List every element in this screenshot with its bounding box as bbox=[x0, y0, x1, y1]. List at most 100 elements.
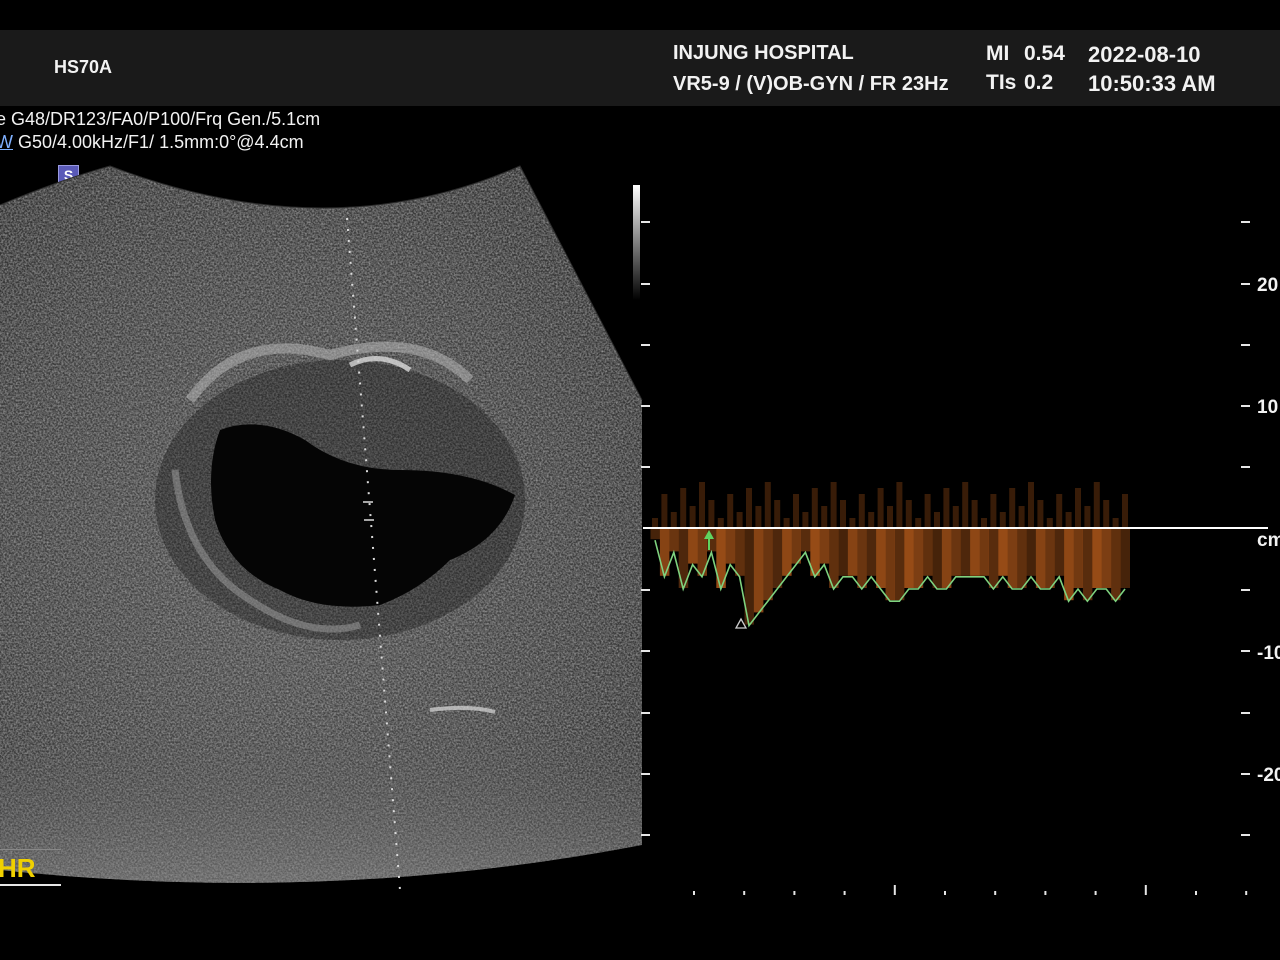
spectrum-alias bbox=[1122, 494, 1128, 528]
spectrum-bar bbox=[1045, 529, 1055, 588]
spectrum-alias bbox=[1056, 494, 1063, 528]
spectrum-alias bbox=[774, 500, 781, 528]
spectrum-bar bbox=[725, 529, 736, 564]
spectrum-bar bbox=[819, 529, 830, 564]
spectrum-alias bbox=[840, 500, 846, 528]
scale-label-minus20: -20 bbox=[1257, 765, 1280, 786]
spectrum-bar bbox=[1035, 529, 1046, 588]
spectrum-bar bbox=[838, 529, 848, 576]
spectrum-bar bbox=[772, 529, 783, 588]
spectrum-alias bbox=[858, 494, 865, 528]
spectrum-alias bbox=[764, 482, 771, 528]
spectrum-bar bbox=[904, 529, 914, 588]
spectrum-alias bbox=[1103, 500, 1110, 528]
spectrum-bar bbox=[894, 529, 905, 601]
scale-label-20: 20 bbox=[1257, 275, 1278, 296]
spectrum-alias bbox=[1084, 506, 1091, 528]
spectrum-bar bbox=[970, 529, 980, 576]
spectrum-bar bbox=[913, 529, 924, 588]
spectrum-alias bbox=[877, 488, 884, 528]
spectrum-bar bbox=[876, 529, 886, 588]
spectrum-alias bbox=[821, 506, 828, 528]
scale-unit-label: cm bbox=[1257, 530, 1280, 551]
spectrum-alias bbox=[689, 506, 696, 528]
spectrum-bar bbox=[988, 529, 999, 588]
spectrum-alias bbox=[981, 518, 987, 528]
spectrum-alias bbox=[1065, 512, 1072, 528]
spectrum-bar bbox=[1054, 529, 1065, 576]
spectrum-bar bbox=[1120, 529, 1130, 588]
gray-scale-bar bbox=[633, 185, 640, 300]
spectrum-bar bbox=[669, 529, 679, 552]
spectrum-bar bbox=[791, 529, 801, 564]
spectrum-alias bbox=[962, 482, 969, 528]
spectrum-alias bbox=[999, 512, 1006, 528]
spectrum-bar bbox=[998, 529, 1008, 576]
spectrum-alias bbox=[755, 506, 762, 528]
spectrum-alias bbox=[802, 512, 809, 528]
spectrum-alias bbox=[1037, 500, 1044, 528]
spectrum-alias bbox=[915, 518, 922, 528]
spectrum-alias bbox=[1028, 482, 1034, 528]
spectrum-alias bbox=[783, 518, 790, 528]
spectrum-alias bbox=[1018, 506, 1025, 528]
spectrum-bar bbox=[1026, 529, 1036, 576]
spectrum-bar bbox=[650, 529, 660, 540]
spectrum-alias bbox=[971, 500, 978, 528]
spectrum-alias bbox=[924, 494, 931, 528]
b-mode-image[interactable] bbox=[0, 160, 645, 910]
spectrum-bar bbox=[735, 529, 745, 576]
spectrum-bar bbox=[1092, 529, 1102, 588]
spectrum-bar bbox=[1073, 529, 1083, 588]
spectrum-bar bbox=[763, 529, 773, 601]
spectrum-bar bbox=[923, 529, 933, 576]
spectrum-alias bbox=[905, 500, 912, 528]
spectrum-bar bbox=[1101, 529, 1112, 588]
spectrum-bar bbox=[866, 529, 877, 576]
spectrum-bar bbox=[1007, 529, 1018, 588]
spectrum-alias bbox=[717, 518, 724, 528]
spectrum-alias bbox=[652, 518, 658, 528]
spectrum-bar bbox=[932, 529, 942, 588]
spectrum-alias bbox=[1093, 482, 1100, 528]
spectrum-alias bbox=[952, 506, 959, 528]
hr-box-bottom bbox=[0, 884, 61, 886]
spectrum-alias bbox=[1112, 518, 1119, 528]
spectrum-bar bbox=[688, 529, 698, 564]
spectrum-alias bbox=[661, 494, 668, 528]
spectrum-bar bbox=[857, 529, 867, 588]
spectrum-alias bbox=[746, 488, 752, 528]
spectrum-alias bbox=[736, 512, 743, 528]
spectrum-bar bbox=[951, 529, 961, 576]
spectrum-bar bbox=[782, 529, 792, 576]
spectrum-alias bbox=[727, 494, 734, 528]
time-scale bbox=[693, 885, 1248, 895]
spectrum-alias bbox=[868, 512, 875, 528]
spectrum-bar bbox=[800, 529, 811, 552]
spectrum-bar bbox=[847, 529, 858, 576]
spectrum-bar bbox=[960, 529, 971, 576]
spectrum-alias bbox=[1075, 488, 1081, 528]
spectrum-alias bbox=[699, 482, 705, 528]
spectrum-alias bbox=[943, 488, 950, 528]
spectrum-alias bbox=[830, 482, 837, 528]
doppler-spectrum bbox=[650, 482, 1130, 625]
hr-box-top bbox=[0, 849, 61, 850]
scale-label-10: 10 bbox=[1257, 397, 1278, 418]
spectrum-alias bbox=[1046, 518, 1053, 528]
spectrum-alias bbox=[896, 482, 903, 528]
spectrum-bar bbox=[1064, 529, 1074, 601]
spectrum-bar bbox=[941, 529, 952, 588]
spectrum-alias bbox=[811, 488, 818, 528]
spectrum-bar bbox=[753, 529, 764, 613]
spectrum-alias bbox=[708, 500, 715, 528]
spectrum-bar bbox=[1082, 529, 1093, 601]
spectrum-alias bbox=[680, 488, 687, 528]
spectrum-bar bbox=[1111, 529, 1121, 601]
hr-label: HR bbox=[0, 853, 36, 883]
spectrum-bar bbox=[979, 529, 989, 576]
spectrum-alias bbox=[670, 512, 677, 528]
spectrum-alias bbox=[793, 494, 799, 528]
spectrum-alias bbox=[1009, 488, 1016, 528]
spectrum-alias bbox=[849, 518, 856, 528]
